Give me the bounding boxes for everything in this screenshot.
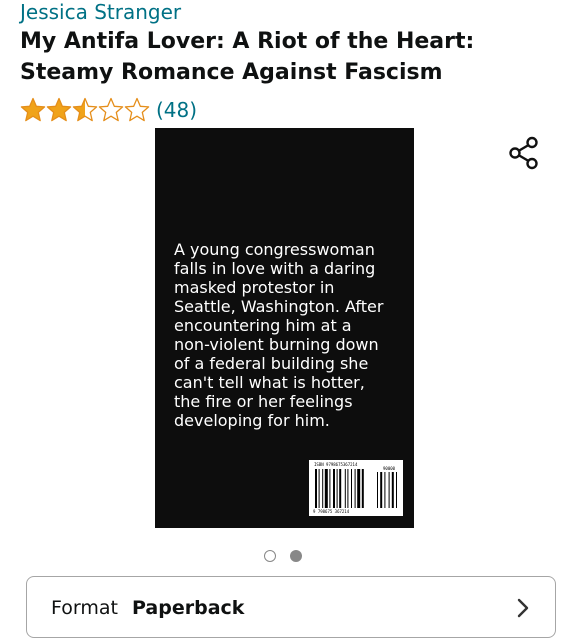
carousel-dot[interactable]: [290, 550, 302, 562]
carousel-indicator: [264, 550, 302, 562]
star-full-icon: [46, 97, 72, 122]
share-icon[interactable]: [508, 136, 540, 170]
star-half-icon: [72, 97, 98, 122]
star-rating: [20, 97, 150, 123]
star-full-icon: [20, 97, 46, 122]
rating-count-link[interactable]: (48): [156, 98, 197, 122]
cover-blurb: A young congresswoman falls in love with…: [174, 240, 384, 430]
star-empty-icon: [124, 97, 150, 122]
author-link[interactable]: Jessica Stranger: [20, 0, 181, 24]
book-cover-image[interactable]: A young congresswoman falls in love with…: [155, 128, 414, 528]
star-empty-icon: [98, 97, 124, 122]
barcode: ISBN 9798675367214 90000 9 798675 367214: [309, 460, 403, 516]
format-label: Format: [51, 597, 118, 619]
carousel-dot[interactable]: [264, 550, 276, 562]
barcode-number: 9 798675 367214: [313, 509, 350, 514]
format-selector[interactable]: Format Paperback: [26, 576, 556, 638]
rating-row[interactable]: (48): [20, 96, 197, 124]
barcode-bars: [315, 469, 397, 508]
product-title: My Antifa Lover: A Riot of the Heart: St…: [20, 29, 475, 85]
format-value: Paperback: [132, 597, 245, 619]
chevron-right-icon: [517, 598, 529, 618]
